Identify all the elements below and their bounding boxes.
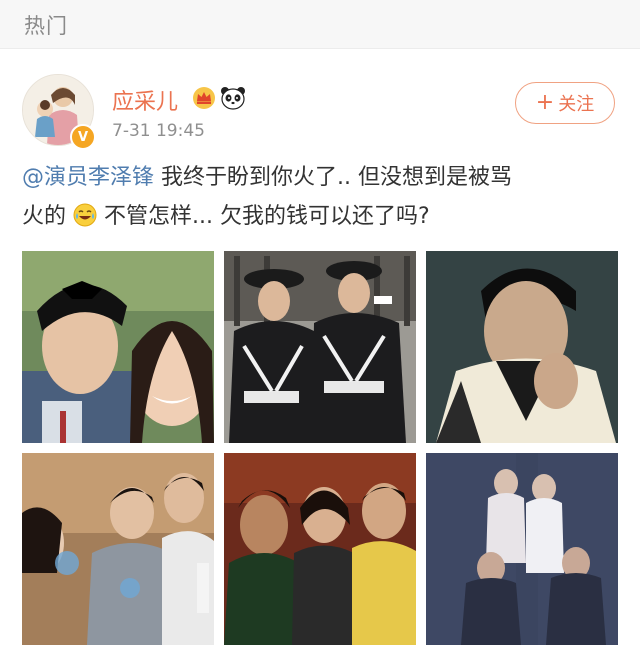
laugh-cry-emoji-icon [73,203,97,227]
post-time: 7-31 19:45 [112,121,205,141]
verified-badge-icon: V [70,124,96,150]
follow-button[interactable]: + 关注 [515,82,615,124]
follow-label: 关注 [558,94,595,115]
photo-6[interactable] [426,453,618,645]
photo-2[interactable] [224,251,416,443]
post-text: @演员李泽锋 我终于盼到你火了.. 但没想到是被骂 火的 不管怎样... 欠我的… [22,158,622,236]
photo-4[interactable] [22,453,214,645]
photo-3[interactable] [426,251,618,443]
mention-link[interactable]: @演员李泽锋 [22,165,154,190]
top-bar: 热门 [0,0,640,49]
crown-icon[interactable] [192,86,216,110]
username[interactable]: 应采儿 [112,84,178,116]
photo-5[interactable] [224,453,416,645]
post-text-part1: 我终于盼到你火了.. 但没想到是被骂 [154,165,512,190]
post-text-part3: 不管怎样... 欠我的钱可以还了吗? [97,204,430,229]
panda-icon[interactable] [220,86,246,110]
photo-1[interactable] [22,251,214,443]
plus-icon: + [535,90,555,115]
section-title: 热门 [24,14,68,38]
post-text-part2: 火的 [22,204,67,229]
